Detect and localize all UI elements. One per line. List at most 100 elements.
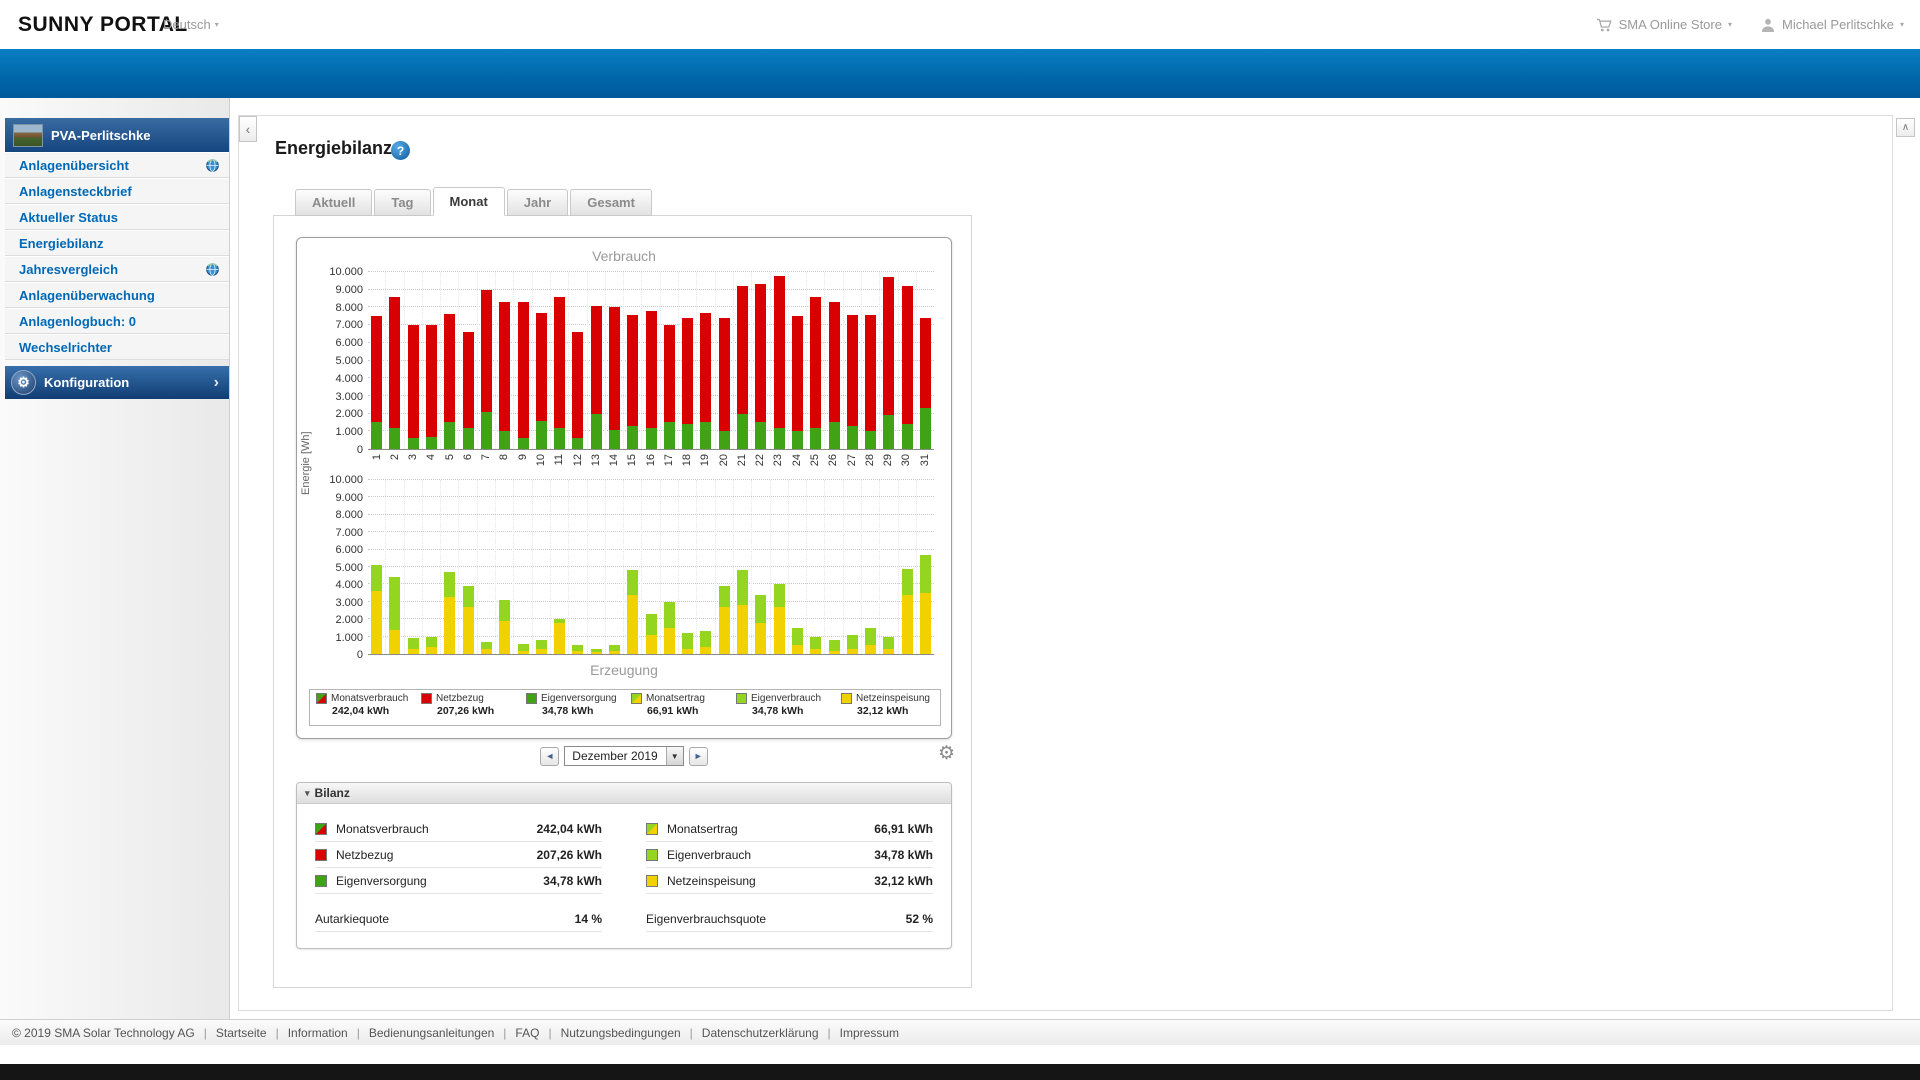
bar-day-22[interactable] <box>755 480 766 654</box>
bar-day-19[interactable] <box>700 480 711 654</box>
bar-day-5[interactable] <box>444 272 455 449</box>
bar-day-17[interactable] <box>664 480 675 654</box>
bar-day-5[interactable] <box>444 480 455 654</box>
chart-settings-gear-icon[interactable]: ⚙ <box>938 742 955 765</box>
sidebar-item-energiebilanz[interactable]: Energiebilanz <box>5 230 229 256</box>
footer-link-faq[interactable]: FAQ <box>515 1026 539 1040</box>
footer-link-startseite[interactable]: Startseite <box>216 1026 267 1040</box>
bar-day-31[interactable] <box>920 272 931 449</box>
bar-day-13[interactable] <box>591 272 602 449</box>
bar-day-13[interactable] <box>591 480 602 654</box>
footer-link-information[interactable]: Information <box>288 1026 348 1040</box>
bar-day-2[interactable] <box>389 480 400 654</box>
tab-gesamt[interactable]: Gesamt <box>570 189 652 216</box>
tab-monat[interactable]: Monat <box>433 187 505 216</box>
bar-day-6[interactable] <box>463 272 474 449</box>
bar-day-9[interactable] <box>518 480 529 654</box>
bar-day-24[interactable] <box>792 480 803 654</box>
sidebar-collapse-button[interactable]: ‹ <box>239 116 257 142</box>
bar-day-1[interactable] <box>371 272 382 449</box>
bar-day-21[interactable] <box>737 480 748 654</box>
bar-day-6[interactable] <box>463 480 474 654</box>
sidebar-item-aktueller-status[interactable]: Aktueller Status <box>5 204 229 230</box>
footer-link-nutzungsbedingungen[interactable]: Nutzungsbedingungen <box>561 1026 681 1040</box>
bar-day-19[interactable] <box>700 272 711 449</box>
bar-day-20[interactable] <box>719 272 730 449</box>
bar-segment-netzeinspeisung <box>481 649 492 654</box>
previous-month-button[interactable]: ◄ <box>540 747 559 766</box>
bar-day-26[interactable] <box>829 272 840 449</box>
bar-day-24[interactable] <box>792 272 803 449</box>
bar-day-14[interactable] <box>609 272 620 449</box>
bar-day-21[interactable] <box>737 272 748 449</box>
bar-day-1[interactable] <box>371 480 382 654</box>
bar-day-8[interactable] <box>499 272 510 449</box>
bilanz-label: Netzbezug <box>336 848 393 862</box>
bar-day-10[interactable] <box>536 272 547 449</box>
sidebar-item-wechselrichter[interactable]: Wechselrichter <box>5 334 229 360</box>
bar-day-30[interactable] <box>902 272 913 449</box>
bar-day-17[interactable] <box>664 272 675 449</box>
sidebar-item-anlagenübersicht[interactable]: Anlagenübersicht <box>5 152 229 178</box>
consumption-chart <box>368 272 934 450</box>
bar-day-23[interactable] <box>774 480 785 654</box>
bar-day-25[interactable] <box>810 272 821 449</box>
sidebar-item-konfiguration[interactable]: ⚙ Konfiguration › <box>5 366 229 399</box>
bar-day-27[interactable] <box>847 272 858 449</box>
bar-day-16[interactable] <box>646 272 657 449</box>
bar-day-7[interactable] <box>481 272 492 449</box>
bar-day-16[interactable] <box>646 480 657 654</box>
bar-day-15[interactable] <box>627 480 638 654</box>
bar-day-4[interactable] <box>426 272 437 449</box>
bar-day-25[interactable] <box>810 480 821 654</box>
topbar-right: SMA Online Store ▾ Michael Perlitschke ▾ <box>1596 0 1904 49</box>
bar-day-7[interactable] <box>481 480 492 654</box>
bilanz-swatch <box>315 875 327 887</box>
month-select[interactable]: Dezember 2019 ▼ <box>564 746 683 766</box>
online-store-link[interactable]: SMA Online Store ▾ <box>1596 17 1732 33</box>
bar-day-14[interactable] <box>609 480 620 654</box>
bar-day-15[interactable] <box>627 272 638 449</box>
bar-day-18[interactable] <box>682 272 693 449</box>
bar-day-28[interactable] <box>865 480 876 654</box>
bar-day-28[interactable] <box>865 272 876 449</box>
scroll-top-button[interactable]: ∧ <box>1896 118 1915 137</box>
bar-day-30[interactable] <box>902 480 913 654</box>
sidebar-item-anlagenlogbuch-0[interactable]: Anlagenlogbuch: 0 <box>5 308 229 334</box>
bar-day-4[interactable] <box>426 480 437 654</box>
bar-day-2[interactable] <box>389 272 400 449</box>
bar-day-11[interactable] <box>554 272 565 449</box>
footer-link-impressum[interactable]: Impressum <box>840 1026 899 1040</box>
sidebar-item-jahresvergleich[interactable]: Jahresvergleich <box>5 256 229 282</box>
bar-day-29[interactable] <box>883 272 894 449</box>
user-menu[interactable]: Michael Perlitschke ▾ <box>1760 17 1904 33</box>
tab-tag[interactable]: Tag <box>374 189 430 216</box>
bar-day-3[interactable] <box>408 480 419 654</box>
plant-header[interactable]: PVA-Perlitschke <box>5 118 229 152</box>
footer-link-datenschutzerklärung[interactable]: Datenschutzerklärung <box>702 1026 819 1040</box>
bar-day-10[interactable] <box>536 480 547 654</box>
bar-day-18[interactable] <box>682 480 693 654</box>
bar-day-12[interactable] <box>572 272 583 449</box>
tab-aktuell[interactable]: Aktuell <box>295 189 372 216</box>
footer-link-bedienungsanleitungen[interactable]: Bedienungsanleitungen <box>369 1026 494 1040</box>
bar-day-11[interactable] <box>554 480 565 654</box>
language-selector[interactable]: Deutsch ▾ <box>163 17 219 32</box>
bar-day-23[interactable] <box>774 272 785 449</box>
bar-day-3[interactable] <box>408 272 419 449</box>
help-icon[interactable]: ? <box>391 141 410 160</box>
sidebar-item-anlagensteckbrief[interactable]: Anlagensteckbrief <box>5 178 229 204</box>
bar-day-22[interactable] <box>755 272 766 449</box>
bar-day-29[interactable] <box>883 480 894 654</box>
next-month-button[interactable]: ► <box>689 747 708 766</box>
bar-day-27[interactable] <box>847 480 858 654</box>
tab-jahr[interactable]: Jahr <box>507 189 568 216</box>
bar-day-20[interactable] <box>719 480 730 654</box>
bar-day-9[interactable] <box>518 272 529 449</box>
bar-day-12[interactable] <box>572 480 583 654</box>
bilanz-header[interactable]: ▾ Bilanz <box>297 783 951 804</box>
bar-day-26[interactable] <box>829 480 840 654</box>
bar-day-8[interactable] <box>499 480 510 654</box>
sidebar-item-anlagenüberwachung[interactable]: Anlagenüberwachung <box>5 282 229 308</box>
bar-day-31[interactable] <box>920 480 931 654</box>
